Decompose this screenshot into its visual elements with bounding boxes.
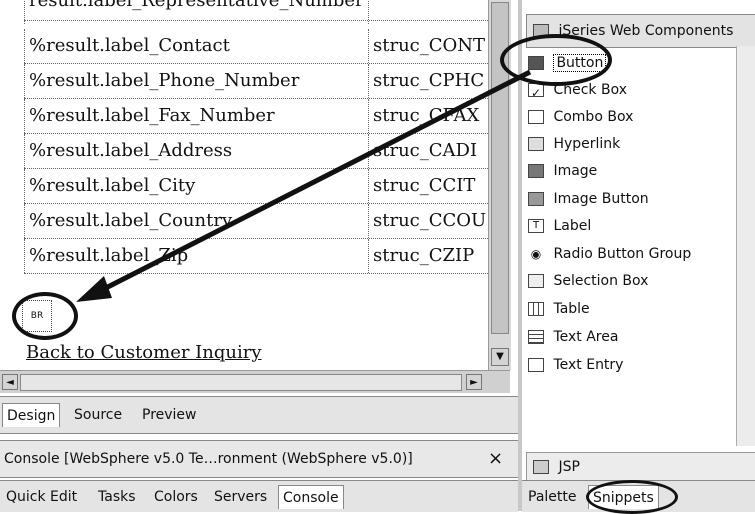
tab-colors[interactable]: Colors xyxy=(150,485,202,509)
palette-item-radio-button-group[interactable]: ◉ Radio Button Group xyxy=(528,241,691,267)
chevron-left-icon: ◄ xyxy=(6,377,14,388)
console-bar: Console [WebSphere v5.0 Te…ronment (WebS… xyxy=(0,440,518,478)
palette-item-text-area[interactable]: Text Area xyxy=(528,324,618,350)
page-editor: result.label_Representative_Number %resu… xyxy=(0,0,518,436)
palette-item-label: Table xyxy=(553,301,590,317)
image-button-icon xyxy=(528,192,544,206)
palette-item-label[interactable]: T Label xyxy=(528,213,591,239)
label-icon: T xyxy=(528,219,544,233)
palette-item-image[interactable]: Image xyxy=(528,158,597,184)
hyperlink-icon xyxy=(528,137,544,151)
row-label: %result.label_Country xyxy=(24,204,368,238)
chevron-right-icon: ► xyxy=(470,377,478,388)
text-area-icon xyxy=(528,330,544,344)
image-icon xyxy=(528,164,544,178)
tab-source[interactable]: Source xyxy=(70,403,126,427)
form-row[interactable]: %result.label_City struc_CCIT xyxy=(24,169,488,204)
palette-item-label: Text Area xyxy=(553,329,619,345)
scroll-down-button[interactable]: ▼ xyxy=(491,348,509,366)
row-label: %result.label_City xyxy=(24,169,368,203)
palette-item-label: Selection Box xyxy=(553,273,649,289)
form-row: result.label_Representative_Number xyxy=(24,0,488,24)
row-value: struc_CADI xyxy=(368,134,488,168)
row-value: struc_CCOU xyxy=(368,204,488,238)
combo-box-icon xyxy=(528,110,544,124)
callout-ellipse xyxy=(12,292,78,340)
row-label: result.label_Representative_Number xyxy=(24,0,368,24)
row-label: %result.label_Fax_Number xyxy=(24,99,368,133)
row-value: struc_CONT xyxy=(368,29,488,63)
tab-servers[interactable]: Servers xyxy=(210,485,271,509)
bottom-view-tabs: Quick Edit Tasks Colors Servers Console xyxy=(0,480,518,512)
selection-box-icon xyxy=(528,274,544,288)
form-row[interactable]: %result.label_Contact struc_CONT xyxy=(24,29,488,64)
console-title: Console [WebSphere v5.0 Te…ronment (WebS… xyxy=(4,451,413,467)
tab-quick-edit[interactable]: Quick Edit xyxy=(2,485,81,509)
palette-item-label: Hyperlink xyxy=(553,136,621,152)
row-value xyxy=(368,0,488,24)
row-label: %result.label_Phone_Number xyxy=(24,64,368,98)
tab-design[interactable]: Design xyxy=(2,403,61,427)
close-icon[interactable]: × xyxy=(488,441,503,477)
back-link[interactable]: Back to Customer Inquiry xyxy=(26,342,262,363)
radio-button-group-icon: ◉ xyxy=(528,247,544,261)
scroll-thumb[interactable] xyxy=(20,374,462,391)
callout-ellipse xyxy=(500,34,612,86)
palette-item-label: Label xyxy=(553,218,592,234)
tab-console[interactable]: Console xyxy=(278,485,344,509)
palette-item-label: Image Button xyxy=(553,191,649,207)
row-value: struc_CFAX xyxy=(368,99,488,133)
tab-tasks[interactable]: Tasks xyxy=(94,485,140,509)
callout-ellipse xyxy=(586,480,678,514)
row-label: %result.label_Address xyxy=(24,134,368,168)
form-row[interactable]: %result.label_Fax_Number struc_CFAX xyxy=(24,99,488,134)
tab-palette[interactable]: Palette xyxy=(524,485,581,509)
scroll-right-button[interactable]: ► xyxy=(466,374,482,390)
horizontal-scrollbar[interactable]: ◄ ► xyxy=(0,370,510,393)
row-value: struc_CZIP xyxy=(368,239,488,273)
form-row[interactable]: %result.label_Zip struc_CZIP xyxy=(24,239,488,274)
row-label: %result.label_Zip xyxy=(24,239,368,273)
palette-drawer-jsp[interactable]: JSP xyxy=(526,452,755,482)
palette-scrollbar[interactable] xyxy=(736,46,755,446)
drawer-label: iSeries Web Components xyxy=(558,23,734,39)
form-row[interactable]: %result.label_Address struc_CADI xyxy=(24,134,488,169)
palette-item-label: Text Entry xyxy=(553,357,624,373)
chevron-down-icon: ▼ xyxy=(496,351,504,362)
editor-tabs: Design Source Preview xyxy=(0,396,518,434)
scroll-left-button[interactable]: ◄ xyxy=(2,374,18,390)
text-entry-icon xyxy=(528,358,544,372)
jsp-icon xyxy=(533,460,549,474)
palette-item-image-button[interactable]: Image Button xyxy=(528,186,649,212)
table-icon xyxy=(528,302,544,316)
palette-item-label: Combo Box xyxy=(553,109,634,125)
palette-item-label: Radio Button Group xyxy=(553,246,692,262)
palette-item-hyperlink[interactable]: Hyperlink xyxy=(528,131,620,157)
palette-item-table[interactable]: Table xyxy=(528,296,590,322)
palette-item-combo-box[interactable]: Combo Box xyxy=(528,104,633,130)
tab-preview[interactable]: Preview xyxy=(138,403,201,427)
row-value: struc_CPHC xyxy=(368,64,488,98)
row-value: struc_CCIT xyxy=(368,169,488,203)
form-row[interactable]: %result.label_Phone_Number struc_CPHC xyxy=(24,64,488,99)
palette-item-text-entry[interactable]: Text Entry xyxy=(528,352,623,378)
palette-item-selection-box[interactable]: Selection Box xyxy=(528,268,648,294)
palette-item-label: Image xyxy=(553,163,598,179)
drawer-label: JSP xyxy=(558,459,580,475)
form-row[interactable]: %result.label_Country struc_CCOU xyxy=(24,204,488,239)
row-label: %result.label_Contact xyxy=(24,29,368,63)
